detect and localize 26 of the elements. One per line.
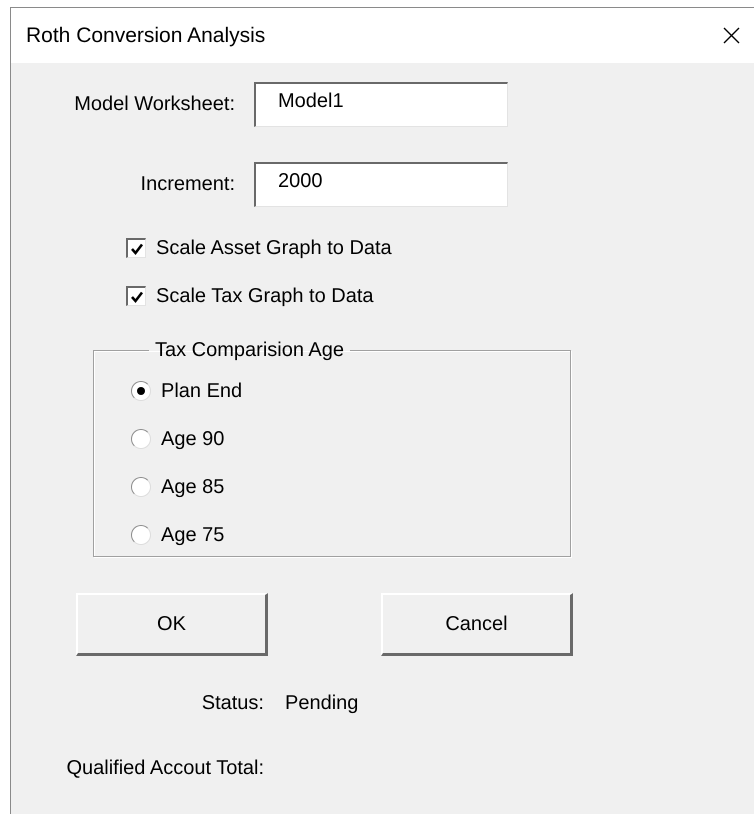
group-title: Tax Comparision Age	[154, 339, 345, 362]
ok-button[interactable]: OK	[76, 593, 268, 656]
window-title: Roth Conversion Analysis	[26, 24, 266, 48]
field-label: Increment:	[140, 173, 235, 196]
checkmark-icon	[130, 290, 144, 304]
field-label: Model Worksheet:	[74, 93, 235, 116]
status-label: Status:	[202, 692, 264, 714]
text-field[interactable]: Model1	[254, 82, 508, 127]
checkmark-icon	[130, 242, 144, 256]
cancel-button[interactable]: Cancel	[381, 593, 573, 656]
radio-button[interactable]	[131, 381, 151, 401]
checkbox[interactable]	[126, 238, 146, 258]
radio-label: Age 75	[161, 524, 224, 546]
text-field[interactable]: 2000	[254, 162, 508, 207]
radio-button[interactable]	[131, 477, 151, 497]
radio-label: Plan End	[161, 380, 242, 402]
checkbox-label: Scale Tax Graph to Data	[156, 284, 374, 308]
radio-label: Age 85	[161, 476, 224, 498]
radio-button[interactable]	[131, 429, 151, 449]
status-value: Pending	[285, 692, 360, 714]
close-icon[interactable]	[723, 27, 740, 44]
checkbox[interactable]	[126, 286, 146, 306]
radio-label: Age 90	[161, 428, 224, 450]
radio-button[interactable]	[131, 525, 151, 545]
total-label: Qualified Accout Total:	[66, 756, 264, 780]
checkbox-label: Scale Asset Graph to Data	[156, 236, 392, 260]
